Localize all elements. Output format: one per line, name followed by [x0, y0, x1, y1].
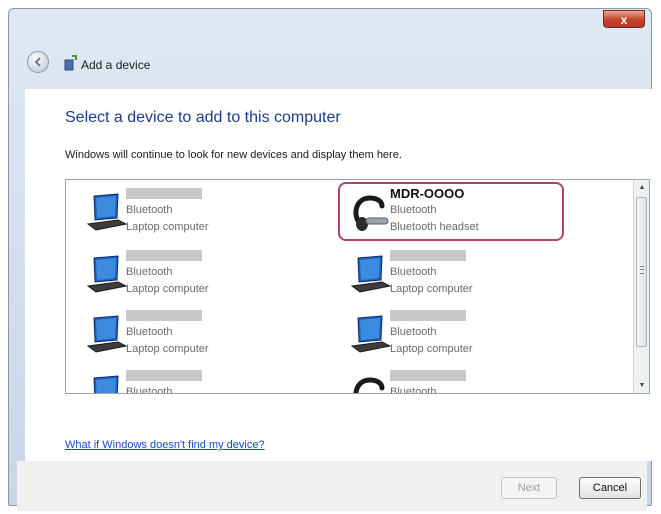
help-link[interactable]: What if Windows doesn't find my device? [65, 439, 265, 451]
laptop-icon [86, 255, 128, 293]
headset-icon [353, 377, 385, 393]
device-item[interactable]: Bluetooth Laptop computer [84, 308, 324, 364]
device-protocol: Bluetooth [390, 326, 437, 338]
add-device-wizard-icon [64, 55, 77, 71]
device-name-redacted [390, 370, 466, 381]
device-type: Bluetooth headset [390, 221, 479, 233]
device-protocol: Bluetooth [126, 326, 173, 338]
scroll-thumb[interactable] [636, 197, 647, 347]
device-name-redacted [126, 310, 202, 321]
device-protocol: Bluetooth [390, 386, 437, 394]
device-item[interactable]: Bluetooth Laptop computer [84, 186, 324, 242]
back-button[interactable] [27, 51, 49, 73]
device-list[interactable]: Bluetooth Laptop computer Bluetooth Lapt… [65, 179, 650, 394]
back-arrow-icon [34, 57, 41, 67]
scroll-down-arrow-icon[interactable]: ▼ [634, 378, 649, 393]
device-name-redacted [126, 188, 202, 199]
device-name-redacted [126, 370, 202, 381]
headset-icon [353, 195, 389, 231]
title-bar: x [9, 9, 651, 35]
device-type: Laptop computer [126, 283, 209, 295]
device-type: Laptop computer [126, 343, 209, 355]
next-button[interactable]: Next [501, 477, 557, 499]
device-type: Laptop computer [390, 283, 473, 295]
device-item-mdr[interactable]: MDR-OOOO Bluetooth Bluetooth headset [348, 186, 588, 242]
device-type: Laptop computer [126, 221, 209, 233]
laptop-icon [350, 255, 392, 293]
laptop-icon [93, 375, 119, 393]
device-name: MDR-OOOO [390, 186, 465, 201]
wizard-title: Add a device [81, 58, 151, 72]
wizard-content: Select a device to add to this computer … [25, 89, 655, 461]
grip-icon [640, 266, 644, 274]
device-protocol: Bluetooth [390, 266, 437, 278]
device-protocol: Bluetooth [390, 204, 437, 216]
device-protocol: Bluetooth [126, 204, 173, 216]
device-protocol: Bluetooth [126, 266, 173, 278]
device-item[interactable]: Bluetooth Laptop computer [84, 248, 324, 304]
device-item[interactable]: Bluetooth Laptop computer [348, 308, 588, 364]
device-item[interactable]: Bluetooth Laptop computer [348, 248, 588, 304]
device-protocol: Bluetooth [126, 386, 173, 394]
wizard-footer: Next Cancel [17, 461, 647, 511]
add-device-window: x Add a device Select a device to add to… [8, 8, 655, 511]
cancel-button[interactable]: Cancel [579, 477, 641, 499]
page-heading: Select a device to add to this computer [65, 109, 341, 126]
instruction-text: Windows will continue to look for new de… [65, 149, 402, 161]
close-button[interactable]: x [603, 10, 645, 28]
device-name-redacted [390, 310, 466, 321]
device-name-redacted [390, 250, 466, 261]
device-item[interactable]: Bluetooth [84, 368, 324, 394]
laptop-icon [86, 315, 128, 353]
device-item[interactable]: Bluetooth [348, 368, 588, 394]
device-name-redacted [126, 250, 202, 261]
list-scrollbar[interactable]: ▲ ▼ [633, 180, 649, 393]
scroll-up-arrow-icon[interactable]: ▲ [634, 180, 649, 195]
laptop-icon [350, 315, 392, 353]
laptop-icon [86, 193, 128, 231]
device-type: Laptop computer [390, 343, 473, 355]
wizard-navbar: Add a device [17, 43, 647, 85]
